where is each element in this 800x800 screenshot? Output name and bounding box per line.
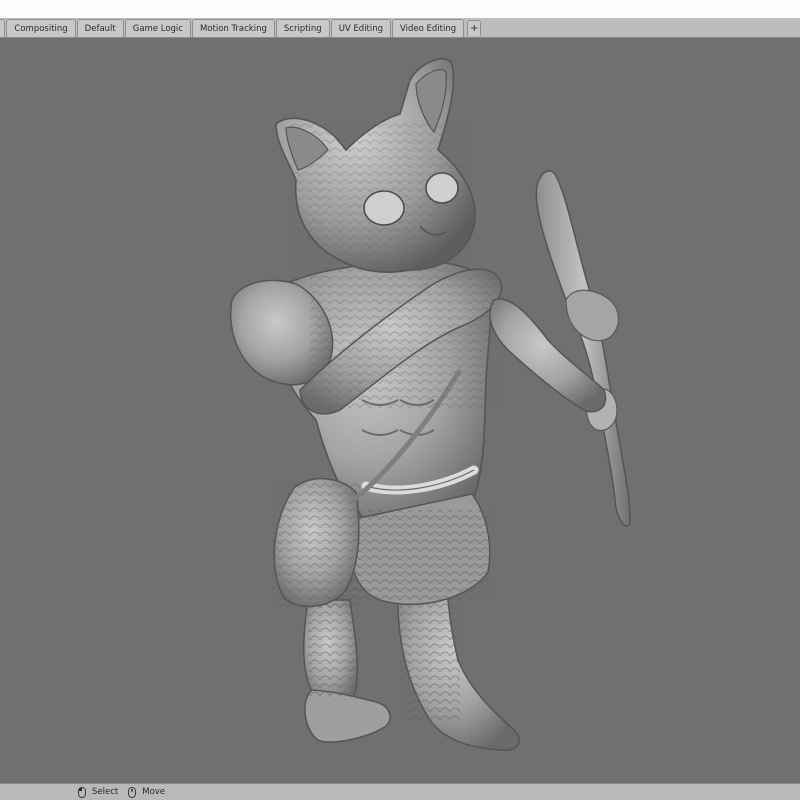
move-hint: Move <box>128 786 166 798</box>
tab-game-logic[interactable]: Game Logic <box>124 19 191 37</box>
tab-compositing[interactable]: Compositing <box>6 19 76 37</box>
tab-default[interactable]: Default <box>76 19 124 37</box>
tab-partial[interactable]: n <box>0 19 6 37</box>
select-hint-label: Select <box>92 787 119 797</box>
mouse-left-icon <box>78 786 86 798</box>
head <box>275 58 476 273</box>
select-hint: Select <box>78 786 119 798</box>
3d-viewport[interactable] <box>0 38 800 783</box>
tab-uv-editing[interactable]: UV Editing <box>330 19 392 37</box>
sculpt-model <box>229 58 631 751</box>
status-bar: Select Move <box>0 783 800 800</box>
tab-motion-tracking[interactable]: Motion Tracking <box>191 19 275 37</box>
tab-scripting[interactable]: Scripting <box>275 19 330 37</box>
blender-window: n Compositing Default Game Logic Motion … <box>0 0 800 800</box>
window-top-strip <box>0 0 800 18</box>
tab-video-editing[interactable]: Video Editing <box>392 19 465 37</box>
workspace-tab-bar: n Compositing Default Game Logic Motion … <box>0 18 800 38</box>
mouse-middle-icon <box>128 786 137 798</box>
add-workspace-button[interactable]: + <box>467 20 482 36</box>
arms <box>229 268 607 415</box>
move-hint-label: Move <box>142 787 166 797</box>
